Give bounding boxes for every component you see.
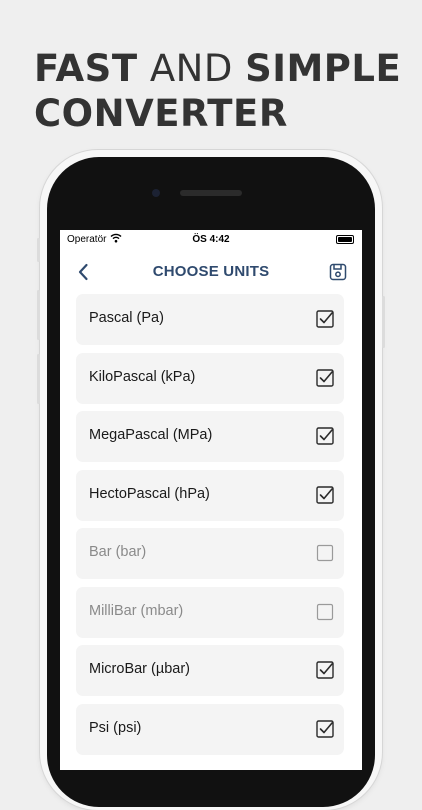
unit-row[interactable]: MicroBar (µbar) (76, 645, 344, 696)
headline-word: SIMPLE (245, 47, 402, 90)
nav-bar: CHOOSE UNITS (60, 252, 362, 292)
checked-checkbox-icon (316, 661, 334, 679)
phone-mute-switch (37, 238, 40, 262)
phone-camera (152, 189, 160, 197)
headline-line-1: FAST AND SIMPLE (34, 46, 401, 91)
checkbox[interactable] (316, 719, 334, 738)
unit-label: HectoPascal (hPa) (89, 485, 210, 502)
phone-volume-down (37, 354, 40, 404)
unit-row[interactable]: HectoPascal (hPa) (76, 469, 344, 521)
unit-label: MegaPascal (MPa) (89, 427, 213, 443)
checkbox[interactable] (316, 603, 334, 621)
unit-row[interactable]: MegaPascal (MPa) (76, 411, 344, 462)
unit-label: Pascal (Pa) (89, 310, 164, 326)
unit-row[interactable]: MilliBar (mbar) (76, 586, 344, 638)
promo-headline: FAST AND SIMPLE CONVERTER (34, 46, 401, 136)
checked-checkbox-icon (316, 427, 334, 445)
checkbox[interactable] (316, 368, 334, 387)
checkbox[interactable] (316, 427, 334, 445)
page-title: CHOOSE UNITS (152, 263, 270, 280)
checkbox[interactable] (316, 485, 334, 504)
headline-word: FAST (34, 47, 138, 90)
unit-row[interactable]: Bar (bar) (76, 528, 344, 579)
battery-icon (336, 235, 354, 244)
status-time: ÖS 4:42 (192, 234, 230, 245)
checkbox[interactable] (316, 310, 334, 328)
checked-checkbox-icon (316, 310, 334, 328)
checkbox[interactable] (316, 661, 334, 679)
save-icon (329, 263, 347, 281)
unit-row[interactable]: Pascal (Pa) (76, 294, 344, 345)
headline-line-2: CONVERTER (34, 92, 288, 135)
unchecked-checkbox-icon (316, 544, 334, 562)
unit-label: MilliBar (mbar) (89, 602, 184, 619)
unit-label: KiloPascal (kPa) (89, 368, 196, 385)
phone-power-button (382, 296, 385, 348)
checked-checkbox-icon (316, 485, 334, 504)
unchecked-checkbox-icon (316, 603, 334, 620)
phone-volume-up (37, 290, 40, 340)
unit-row[interactable]: Psi (psi) (76, 703, 344, 755)
unit-label: Psi (psi) (89, 719, 142, 736)
app-screen: Operatör ÖS 4:42 CHOOSE UNITS Pascal (Pa… (60, 230, 362, 770)
phone-speaker (180, 190, 242, 196)
status-bar: Operatör ÖS 4:42 (60, 230, 362, 250)
unit-list: Pascal (Pa) KiloPascal (kPa) MegaPascal … (76, 294, 344, 762)
unit-row[interactable]: KiloPascal (kPa) (76, 352, 344, 404)
headline-word: AND (137, 47, 246, 90)
unit-label: Bar (bar) (89, 544, 147, 560)
save-button[interactable] (326, 260, 350, 284)
checked-checkbox-icon (316, 368, 334, 387)
unit-label: MicroBar (µbar) (89, 661, 191, 677)
checked-checkbox-icon (316, 719, 334, 738)
checkbox[interactable] (316, 544, 334, 562)
